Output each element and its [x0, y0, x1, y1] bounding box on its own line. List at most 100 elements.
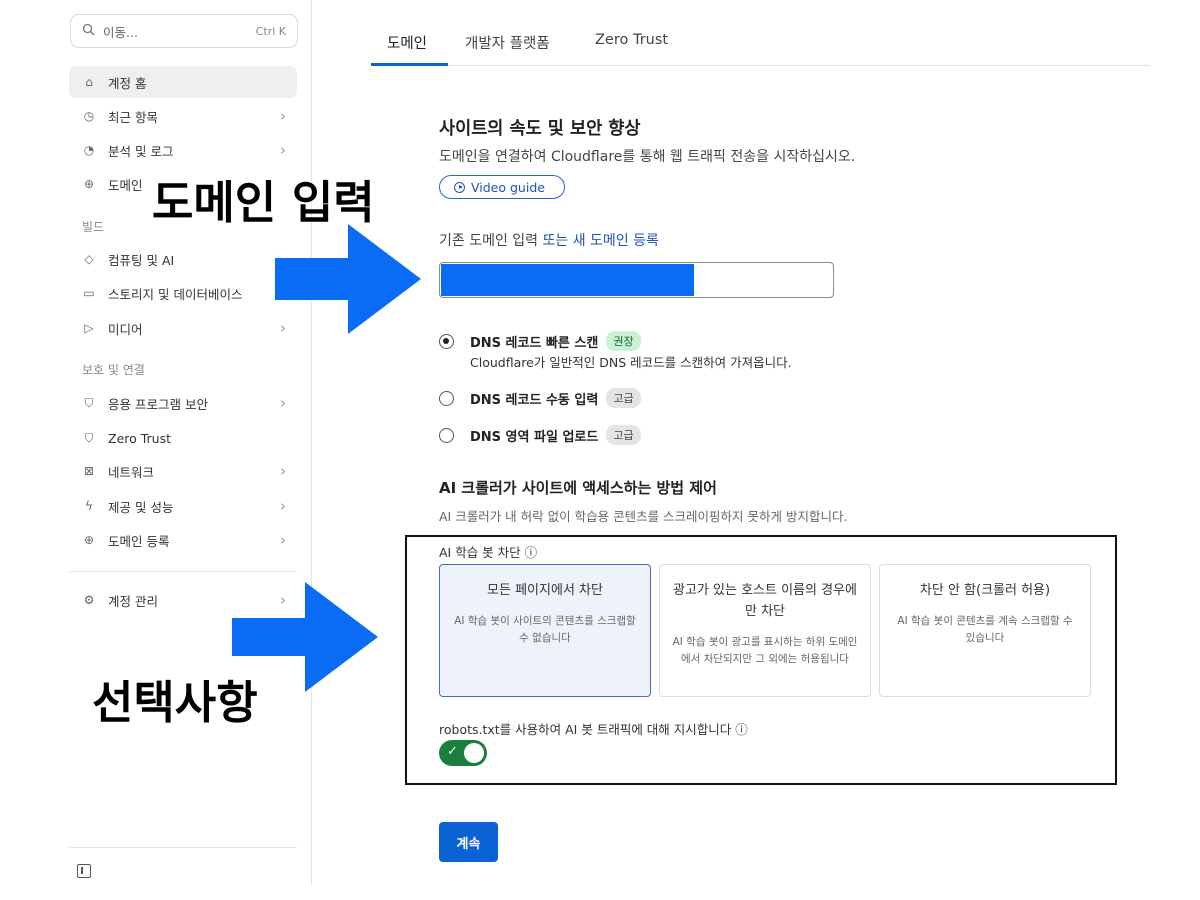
- zero-trust-icon: ⛉: [84, 430, 94, 445]
- shield-icon: ⛉: [84, 395, 94, 410]
- active-tab-indicator: [371, 63, 448, 66]
- chart-icon: ◔: [83, 143, 95, 157]
- dns-option-manual[interactable]: DNS 레코드 수동 입력 고급: [439, 388, 641, 408]
- media-icon: ▷: [84, 321, 94, 335]
- sidebar-item-label: 최근 항목: [108, 109, 158, 125]
- bolt-icon: ϟ: [85, 499, 93, 513]
- section-label-build: 빌드: [82, 220, 105, 234]
- option-label: DNS 영역 파일 업로드: [470, 429, 599, 445]
- home-icon: ⌂: [85, 75, 93, 89]
- search-placeholder: 이동...: [103, 24, 138, 40]
- dns-option-quick-scan[interactable]: DNS 레코드 빠른 스캔 권장: [439, 331, 641, 351]
- sidebar-collapse-icon[interactable]: [77, 864, 91, 878]
- video-guide-label: Video guide: [471, 179, 545, 195]
- sidebar-item-label: 스토리지 및 데이터베이스: [108, 286, 243, 302]
- storage-icon: ▭: [83, 286, 95, 300]
- chevron-right-icon: ›: [280, 394, 286, 412]
- sidebar-item-domain-registration[interactable]: ⊕ 도메인 등록 ›: [69, 524, 297, 556]
- sidebar-item-label: 도메인: [108, 177, 143, 193]
- play-icon: [454, 181, 465, 193]
- search-icon: [82, 23, 98, 39]
- section-label-protect: 보호 및 연결: [82, 363, 145, 377]
- top-tabs: 도메인 개발자 플랫폼 Zero Trust: [371, 18, 1150, 66]
- toggle-knob: [464, 743, 484, 763]
- card-description: AI 학습 봇이 사이트의 콘텐츠를 스크랩할 수 없습니다: [454, 615, 636, 644]
- page-title: 사이트의 속도 및 보안 향상: [439, 119, 641, 139]
- annotation-arrow-top: [275, 224, 421, 334]
- sidebar-item-label: 도메인 등록: [108, 533, 170, 549]
- recommended-badge: 권장: [606, 331, 641, 351]
- sidebar-item-media[interactable]: ▷ 미디어 ›: [69, 312, 297, 344]
- advanced-badge: 고급: [606, 388, 641, 408]
- gear-icon: ⚙: [83, 593, 95, 607]
- sidebar: 이동... Ctrl K ⌂ 계정 홈 ◷ 최근 항목 › ◔ 분석 및 로그 …: [55, 0, 312, 885]
- chevron-right-icon: ›: [280, 462, 286, 480]
- sidebar-item-domains[interactable]: ⊕ 도메인: [69, 168, 159, 200]
- sidebar-item-network[interactable]: ⊠ 네트워크 ›: [69, 455, 297, 487]
- domain-label-text: 기존 도메인 입력: [439, 233, 539, 249]
- card-description: AI 학습 봇이 콘텐츠를 계속 스크랩할 수 있습니다: [897, 615, 1073, 644]
- card-title: 차단 안 함(크롤러 허용): [919, 583, 1051, 598]
- radio-button[interactable]: [439, 390, 454, 406]
- sidebar-item-label: 계정 홈: [108, 75, 147, 91]
- sidebar-item-compute[interactable]: ◇ 컴퓨팅 및 AI: [69, 243, 297, 275]
- card-title: 모든 페이지에서 차단: [487, 583, 603, 598]
- sidebar-item-analytics[interactable]: ◔ 분석 및 로그 ›: [69, 134, 297, 166]
- chevron-right-icon: ›: [280, 497, 286, 515]
- ai-section-title: AI 크롤러가 사이트에 액세스하는 방법 제어: [439, 479, 717, 497]
- page-subtitle: 도메인을 연결하여 Cloudflare를 통해 웹 트래픽 전송을 시작하십시…: [439, 149, 856, 165]
- chevron-right-icon: ›: [280, 531, 286, 549]
- register-domain-link[interactable]: 또는 새 도메인 등록: [543, 233, 659, 249]
- block-all-pages-card[interactable]: 모든 페이지에서 차단 AI 학습 봇이 사이트의 콘텐츠를 스크랩할 수 없습…: [439, 564, 651, 697]
- sidebar-item-recent[interactable]: ◷ 최근 항목 ›: [69, 100, 297, 132]
- video-guide-button[interactable]: Video guide: [439, 175, 565, 199]
- globe-icon: ⊕: [83, 177, 95, 191]
- radio-button[interactable]: [439, 333, 454, 349]
- option-label: DNS 레코드 수동 입력: [470, 392, 599, 408]
- sidebar-item-account-home[interactable]: ⌂ 계정 홈: [69, 66, 297, 98]
- sidebar-item-label: 미디어: [108, 321, 143, 337]
- compute-icon: ◇: [84, 252, 94, 266]
- tab-developer-platform[interactable]: 개발자 플랫폼: [465, 32, 550, 53]
- search-shortcut: Ctrl K: [255, 24, 286, 38]
- sidebar-item-label: 계정 관리: [108, 593, 158, 609]
- continue-button[interactable]: 계속: [439, 822, 498, 862]
- block-ad-hosts-card[interactable]: 광고가 있는 호스트 이름의 경우에만 차단 AI 학습 봇이 광고를 표시하는…: [659, 564, 871, 697]
- tab-zero-trust[interactable]: Zero Trust: [595, 32, 668, 48]
- sidebar-item-label: 분석 및 로그: [108, 143, 174, 159]
- annotation-domain-input: 도메인 입력: [152, 176, 375, 229]
- search-input[interactable]: 이동... Ctrl K: [70, 14, 298, 48]
- sidebar-item-app-security[interactable]: ⛉ 응용 프로그램 보안 ›: [69, 387, 297, 419]
- chevron-right-icon: ›: [280, 107, 286, 125]
- card-description: AI 학습 봇이 광고를 표시하는 하위 도메인에서 차단되지만 그 외에는 허…: [672, 636, 858, 665]
- option-label: DNS 레코드 빠른 스캔: [470, 335, 599, 351]
- domain-input[interactable]: [439, 262, 834, 298]
- sidebar-divider: [69, 571, 297, 572]
- sidebar-item-label: 네트워크: [108, 464, 155, 480]
- sidebar-divider: [69, 847, 297, 848]
- robots-txt-toggle[interactable]: ✓: [439, 740, 487, 766]
- ai-section-subtitle: AI 크롤러가 내 허락 없이 학습용 콘텐츠를 스크레이핑하지 못하게 방지합…: [439, 509, 848, 524]
- globe-icon: ⊕: [83, 533, 95, 547]
- sidebar-item-zero-trust[interactable]: ⛉ Zero Trust: [69, 422, 297, 454]
- ai-bot-block-label: AI 학습 봇 차단 ⓘ: [439, 545, 538, 560]
- sidebar-item-label: 제공 및 성능: [108, 499, 174, 515]
- sidebar-item-storage[interactable]: ▭ 스토리지 및 데이터베이스: [69, 277, 297, 309]
- check-icon: ✓: [447, 744, 458, 759]
- sidebar-item-delivery[interactable]: ϟ 제공 및 성능 ›: [69, 490, 297, 522]
- network-icon: ⊠: [83, 464, 95, 478]
- sidebar-item-label: Zero Trust: [108, 430, 172, 446]
- sidebar-item-label: 응용 프로그램 보안: [108, 396, 208, 412]
- annotation-optional: 선택사항: [92, 676, 258, 729]
- robots-txt-label: robots.txt를 사용하여 AI 봇 트래픽에 대해 지시합니다 ⓘ: [439, 722, 748, 737]
- sidebar-item-label: 컴퓨팅 및 AI: [108, 252, 175, 268]
- option-description: Cloudflare가 일반적인 DNS 레코드를 스캔하여 가져옵니다.: [470, 355, 792, 370]
- radio-button[interactable]: [439, 427, 454, 443]
- clock-icon: ◷: [83, 109, 95, 123]
- card-title: 광고가 있는 호스트 이름의 경우에만 차단: [673, 583, 857, 619]
- dns-option-upload[interactable]: DNS 영역 파일 업로드 고급: [439, 425, 641, 445]
- do-not-block-card[interactable]: 차단 안 함(크롤러 허용) AI 학습 봇이 콘텐츠를 계속 스크랩할 수 있…: [879, 564, 1091, 697]
- tab-domains[interactable]: 도메인: [387, 32, 427, 53]
- domain-input-label: 기존 도메인 입력 또는 새 도메인 등록: [439, 230, 659, 250]
- advanced-badge: 고급: [606, 425, 641, 445]
